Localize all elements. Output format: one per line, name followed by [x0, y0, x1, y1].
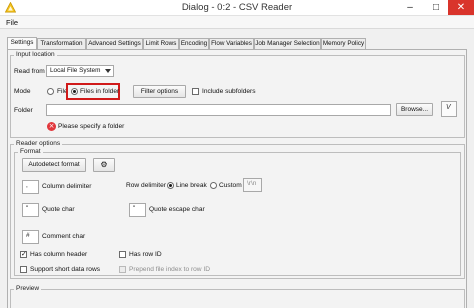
tab-memory-policy[interactable]: Memory Policy — [321, 38, 366, 49]
folder-label: Folder — [14, 107, 33, 114]
mode-files-in-folder-label: Files in folder — [80, 88, 120, 95]
custom-delimiter-input[interactable]: \r\n — [243, 178, 262, 192]
tab-job-manager-selection[interactable]: Job Manager Selection — [254, 38, 321, 49]
quote-char-label: Quote char — [42, 206, 75, 213]
reader-options-legend: Reader options — [14, 140, 63, 147]
minimize-icon[interactable]: – — [397, 0, 423, 15]
include-subfolders-label: Include subfolders — [202, 88, 256, 95]
chevron-down-icon — [105, 69, 111, 73]
mode-label: Mode — [14, 88, 31, 95]
short-rows-checkbox[interactable] — [20, 266, 27, 273]
comment-char-input[interactable]: # — [22, 230, 39, 244]
tab-flow-variables[interactable]: Flow Variables — [209, 38, 254, 49]
has-row-id-checkbox[interactable] — [119, 251, 126, 258]
line-break-label: Line break — [176, 182, 207, 189]
error-icon: × — [47, 122, 56, 131]
tab-transformation[interactable]: Transformation — [37, 38, 86, 49]
custom-radio[interactable] — [210, 182, 217, 189]
filter-options-button[interactable]: Filter options — [133, 85, 186, 98]
mode-file-radio[interactable] — [47, 88, 54, 95]
flow-variable-icon: V — [446, 104, 451, 111]
tab-encoding[interactable]: Encoding — [179, 38, 209, 49]
comment-char-label: Comment char — [42, 233, 86, 240]
quote-escape-input[interactable]: " — [129, 203, 146, 217]
preview-legend: Preview — [14, 285, 42, 292]
read-from-label: Read from — [14, 68, 45, 75]
error-message: Please specify a folder — [58, 123, 125, 130]
autodetect-format-button[interactable]: Autodetect format — [22, 158, 86, 172]
short-rows-label: Support short data rows — [30, 266, 101, 273]
read-from-value: Local File System — [50, 67, 101, 74]
has-row-id-label: Has row ID — [129, 251, 162, 258]
quote-char-input[interactable]: " — [22, 203, 39, 217]
format-legend: Format — [18, 148, 43, 155]
prepend-file-index-checkbox[interactable] — [119, 266, 126, 273]
column-delimiter-input[interactable]: , — [22, 180, 39, 194]
custom-label: Custom — [219, 182, 242, 189]
tab-advanced-settings[interactable]: Advanced Settings — [86, 38, 143, 49]
include-subfolders-checkbox[interactable] — [192, 88, 199, 95]
has-column-header-label: Has column header — [30, 251, 88, 258]
input-location-legend: Input location — [14, 51, 57, 58]
column-delimiter-label: Column delimiter — [42, 183, 92, 190]
quote-escape-label: Quote escape char — [149, 206, 205, 213]
has-column-header-checkbox[interactable] — [20, 250, 27, 258]
read-from-dropdown[interactable]: Local File System — [46, 65, 114, 77]
row-delimiter-label: Row delimiter — [126, 182, 166, 189]
menu-bar: File — [0, 16, 474, 29]
close-icon[interactable]: ✕ — [448, 0, 474, 15]
prepend-file-index-label: Prepend file index to row ID — [129, 266, 210, 273]
gear-icon[interactable]: ⚙ — [93, 158, 115, 172]
folder-input[interactable] — [46, 104, 391, 116]
browse-button[interactable]: Browse... — [396, 103, 433, 116]
tab-limit-rows[interactable]: Limit Rows — [143, 38, 179, 49]
flow-variable-button[interactable]: V — [441, 101, 457, 117]
mode-files-in-folder-radio[interactable] — [71, 88, 78, 95]
title-bar: Dialog - 0:2 - CSV Reader – □ ✕ — [0, 0, 474, 16]
preview-group — [10, 289, 465, 308]
line-break-radio[interactable] — [167, 182, 174, 189]
maximize-icon[interactable]: □ — [423, 0, 449, 15]
menu-file[interactable]: File — [6, 18, 18, 27]
